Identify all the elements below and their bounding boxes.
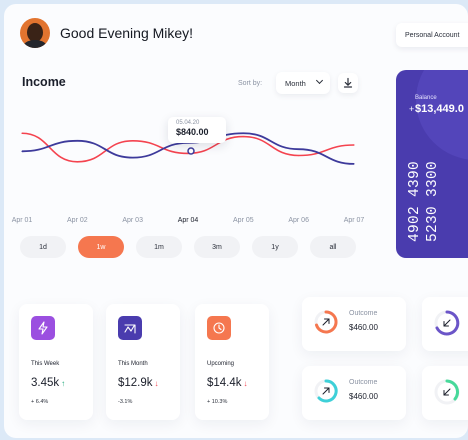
outcome-card-2[interactable]: Outcome $460.00 <box>302 366 406 420</box>
chart-tooltip: 05.04.20 $840.00 <box>168 117 226 143</box>
chart-point <box>76 140 78 142</box>
progress-ring <box>434 310 460 336</box>
x-tick-label: Apr 07 <box>344 217 365 224</box>
card-icon-box <box>207 316 231 340</box>
sort-by-label: Sort by: <box>238 80 263 87</box>
card-value: $14.4k ↓ <box>207 377 248 389</box>
chart-point <box>298 154 300 157</box>
progress-ring <box>434 379 460 405</box>
sort-select[interactable]: Month <box>276 72 330 94</box>
range-button-1m[interactable]: 1m <box>136 236 182 258</box>
outcome-card-1[interactable]: Outcome $460.00 <box>302 297 406 351</box>
card-value: 3.45k ↑ <box>31 377 65 389</box>
download-button[interactable] <box>338 73 358 93</box>
stat-card-upcoming[interactable]: Upcoming $14.4k ↓ + 10.3% <box>195 304 269 420</box>
x-tick-label: Apr 02 <box>67 217 88 224</box>
outcome-amount: $460.00 <box>349 392 378 401</box>
x-tick-label: Apr 01 <box>12 217 33 224</box>
arrow-up-right-icon <box>322 387 330 395</box>
chart-point <box>242 136 244 138</box>
avatar-shirt <box>23 40 47 48</box>
outcome-amount: $460.00 <box>349 323 378 332</box>
chevron-down-icon <box>315 76 324 85</box>
balance-card[interactable]: + Balance $13,449.0 4902 4390 5230 3300 <box>396 70 468 258</box>
card-change: + 6.4% <box>31 399 49 405</box>
personal-account-button[interactable]: Personal Account <box>396 23 468 47</box>
greeting-text: Good Evening Mikey! <box>60 25 194 41</box>
chart-point <box>353 163 355 165</box>
stat-card-this-month[interactable]: This Month $12.9k ↓ -3.1% <box>106 304 180 420</box>
chart-x-labels: Apr 01 Apr 02 Apr 03 Apr 04 Apr 05 Apr 06 Apr … <box>12 217 365 224</box>
outcome-label: Outcome <box>349 310 378 317</box>
arrow-down-left-icon <box>443 388 451 396</box>
progress-ring <box>314 310 338 334</box>
trend-icon <box>124 324 136 334</box>
range-button-1y[interactable]: 1y <box>252 236 298 258</box>
outcome-label: Outcome <box>349 379 378 386</box>
card-value-text: $14.4k <box>207 377 242 389</box>
arrow-up-icon: ↑ <box>61 379 66 388</box>
chart-point <box>76 161 78 163</box>
chart-point <box>242 132 244 134</box>
chart-point <box>353 144 355 146</box>
card-icon-box <box>31 316 55 340</box>
clock-icon <box>213 322 225 334</box>
income-card-partial-1[interactable] <box>422 297 468 351</box>
arrow-down-icon: ↓ <box>243 379 248 388</box>
x-tick-label: Apr 05 <box>233 217 254 224</box>
card-label: This Week <box>31 361 60 367</box>
card-value-text: 3.45k <box>31 377 60 389</box>
card-value-text: $12.9k <box>118 377 153 389</box>
stat-card-this-week[interactable]: This Week 3.45k ↑ + 6.4% <box>19 304 93 420</box>
card-label: This Month <box>118 361 148 367</box>
chart-point <box>21 150 23 152</box>
income-card-partial-2[interactable] <box>422 366 468 420</box>
card-number-line-1: 4902 4390 <box>407 160 423 242</box>
card-label: Upcoming <box>207 361 235 367</box>
income-title: Income <box>22 75 66 89</box>
chart-point <box>132 157 134 159</box>
progress-ring <box>314 379 338 403</box>
x-tick-label: Apr 03 <box>122 217 143 224</box>
card-value: $12.9k ↓ <box>118 377 159 389</box>
chart-highlight-point[interactable] <box>187 147 195 155</box>
range-button-1w[interactable]: 1w <box>78 236 124 258</box>
chart-point <box>21 132 23 134</box>
dashboard-frame: Good Evening Mikey! Personal Account Inc… <box>4 4 468 438</box>
chart-point <box>298 148 300 150</box>
lightning-icon <box>38 321 48 335</box>
chart-point <box>132 140 134 142</box>
card-change: -3.1% <box>118 399 133 405</box>
arrow-down-left-icon <box>443 319 451 327</box>
card-icon-box <box>118 316 142 340</box>
sort-select-value: Month <box>285 78 306 88</box>
range-button-3m[interactable]: 3m <box>194 236 240 258</box>
range-button-1d[interactable]: 1d <box>20 236 66 258</box>
arrow-down-icon: ↓ <box>154 379 159 388</box>
card-number-line-2: 5230 3300 <box>425 160 441 242</box>
x-tick-label: Apr 04 <box>178 217 199 224</box>
tooltip-value: $840.00 <box>176 127 209 137</box>
card-number: 4902 4390 5230 3300 <box>406 92 446 242</box>
tooltip-date: 05.04.20 <box>176 120 200 126</box>
card-change: + 10.3% <box>207 399 228 405</box>
x-tick-label: Apr 06 <box>288 217 309 224</box>
avatar[interactable] <box>20 18 50 48</box>
range-button-all[interactable]: all <box>310 236 356 258</box>
download-icon <box>343 77 353 88</box>
arrow-up-right-icon <box>322 318 330 326</box>
